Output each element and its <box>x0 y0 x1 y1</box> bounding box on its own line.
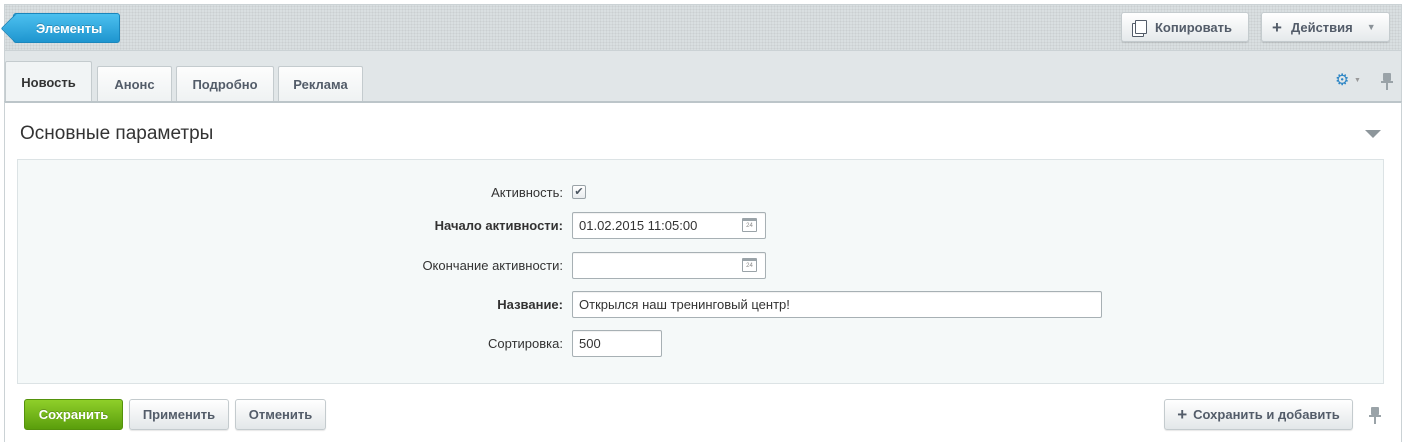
back-to-elements-button[interactable]: Элементы <box>13 13 120 43</box>
tab-announce[interactable]: Анонс <box>97 66 172 101</box>
tab-label: Новость <box>21 74 76 90</box>
pin-icon[interactable] <box>1380 73 1394 91</box>
cancel-button-label: Отменить <box>248 407 313 422</box>
save-button[interactable]: Сохранить <box>24 399 123 430</box>
row-start-date: Начало активности: 24 <box>18 210 1383 240</box>
plus-icon: + <box>1177 405 1188 424</box>
save-button-label: Сохранить <box>38 407 109 422</box>
sort-input[interactable] <box>572 329 662 357</box>
top-toolbar: Элементы Копировать + Действия ▼ <box>4 4 1402 51</box>
back-button-label: Элементы <box>36 20 103 36</box>
calendar-icon[interactable]: 24 <box>742 217 757 232</box>
tab-label: Подробно <box>192 76 258 92</box>
name-label: Название: <box>497 296 563 312</box>
apply-button-label: Применить <box>142 407 216 422</box>
tab-label: Анонс <box>114 76 155 92</box>
start-date-label: Начало активности: <box>434 217 563 233</box>
collapse-icon[interactable] <box>1365 130 1381 138</box>
actions-button-label: Действия <box>1290 19 1353 35</box>
save-and-add-label: Сохранить и добавить <box>1193 407 1340 422</box>
start-date-input[interactable] <box>572 211 766 239</box>
cancel-button[interactable]: Отменить <box>235 399 326 430</box>
form-panel: Активность: ✔ Начало активности: 24 Окон… <box>17 159 1384 384</box>
apply-button[interactable]: Применить <box>129 399 229 430</box>
active-label: Активность: <box>491 184 563 200</box>
active-checkbox[interactable]: ✔ <box>572 185 586 199</box>
pin-icon[interactable] <box>1368 407 1382 425</box>
tab-news[interactable]: Новость <box>5 61 92 102</box>
chevron-down-icon[interactable]: ▼ <box>1354 77 1361 84</box>
main-section: Основные параметры Активность: ✔ Начало … <box>4 101 1402 442</box>
section-title: Основные параметры <box>20 123 214 144</box>
tab-advertising[interactable]: Реклама <box>278 66 363 101</box>
copy-button-label: Копировать <box>1155 19 1233 35</box>
save-and-add-button[interactable]: + Сохранить и добавить <box>1164 399 1353 430</box>
actions-button[interactable]: + Действия ▼ <box>1261 12 1390 42</box>
end-date-input[interactable] <box>572 251 766 279</box>
row-name: Название: <box>18 289 1383 319</box>
row-active: Активность: ✔ <box>18 177 1383 207</box>
sort-label: Сортировка: <box>488 335 563 351</box>
name-input[interactable] <box>572 290 1102 318</box>
copy-button[interactable]: Копировать <box>1121 12 1249 42</box>
gear-icon[interactable]: ⚙ <box>1335 73 1349 89</box>
tabs-bar: Новость Анонс Подробно Реклама ⚙ ▼ <box>4 51 1402 102</box>
tab-details[interactable]: Подробно <box>176 66 274 101</box>
copy-icon <box>1132 19 1147 37</box>
row-sort: Сортировка: <box>18 328 1383 358</box>
calendar-icon[interactable]: 24 <box>742 257 757 272</box>
end-date-label: Окончание активности: <box>422 257 563 273</box>
row-end-date: Окончание активности: 24 <box>18 250 1383 280</box>
chevron-down-icon: ▼ <box>1366 22 1376 32</box>
plus-icon: + <box>1272 17 1282 37</box>
tab-label: Реклама <box>293 76 348 92</box>
check-icon: ✔ <box>574 185 584 198</box>
